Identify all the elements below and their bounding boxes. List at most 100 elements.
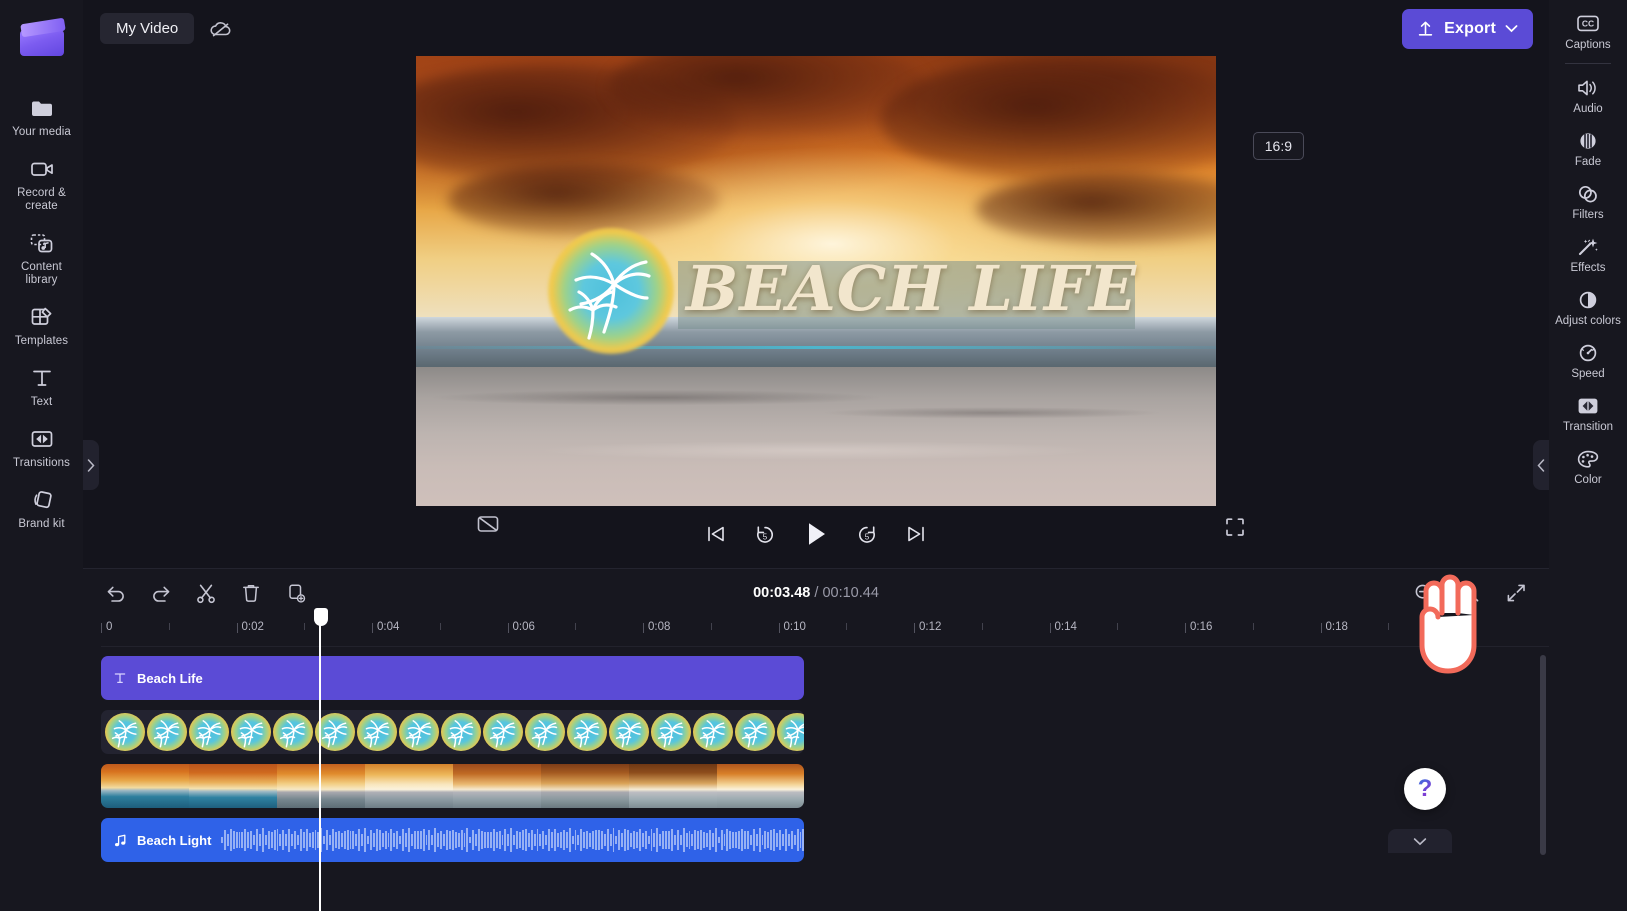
waveform-bar bbox=[489, 831, 492, 849]
waveform-bar bbox=[413, 831, 416, 849]
waveform-bar bbox=[510, 827, 513, 853]
playhead-handle[interactable] bbox=[314, 608, 328, 626]
sidebar-item-label: Captions bbox=[1565, 39, 1611, 51]
sidebar-item-fade[interactable]: Fade bbox=[1553, 123, 1623, 174]
play-button[interactable] bbox=[803, 520, 829, 548]
waveform-bar bbox=[519, 831, 521, 849]
export-button[interactable]: Export bbox=[1402, 8, 1533, 49]
captions-off-icon[interactable] bbox=[476, 514, 500, 534]
waveform-bar bbox=[638, 828, 641, 852]
waveform-bar bbox=[606, 829, 609, 851]
clip-thumbnail bbox=[399, 713, 439, 751]
zoom-in-button[interactable] bbox=[1455, 578, 1485, 608]
preview-title-text[interactable]: BEACH LIFE bbox=[686, 252, 1206, 325]
waveform-bar bbox=[557, 832, 559, 848]
undo-button[interactable] bbox=[101, 578, 131, 608]
waveform-bar bbox=[732, 831, 735, 849]
project-title-input[interactable]: My Video bbox=[100, 13, 195, 44]
waveform-bar bbox=[343, 830, 346, 850]
chevron-left-icon bbox=[1537, 458, 1545, 472]
audio-waveform bbox=[221, 824, 804, 856]
sidebar-item-content-library[interactable]: Content library bbox=[7, 223, 77, 293]
waveform-bar bbox=[481, 831, 483, 849]
timeline-clip-video[interactable] bbox=[101, 764, 804, 808]
waveform-bar bbox=[559, 832, 562, 848]
waveform-bar bbox=[723, 834, 726, 846]
skip-to-start-icon[interactable] bbox=[705, 524, 727, 544]
waveform-bar bbox=[332, 828, 334, 852]
waveform-bar bbox=[612, 827, 615, 853]
fit-screen-button[interactable] bbox=[1501, 578, 1531, 608]
waveform-bar bbox=[577, 835, 580, 845]
magic-wand-icon bbox=[1574, 236, 1602, 258]
waveform-bar bbox=[244, 829, 247, 851]
sidebar-item-brand-kit[interactable]: Brand kit bbox=[7, 480, 77, 537]
app-logo-icon[interactable] bbox=[19, 17, 66, 58]
cloud-off-icon[interactable] bbox=[206, 14, 236, 44]
clip-thumbnail bbox=[735, 713, 775, 751]
waveform-bar bbox=[463, 833, 466, 847]
waveform-bar bbox=[787, 833, 790, 847]
waveform-bar bbox=[451, 829, 454, 851]
waveform-bar bbox=[337, 831, 340, 849]
chevron-down-icon[interactable] bbox=[1505, 24, 1518, 33]
right-panel-collapse-handle[interactable] bbox=[1533, 440, 1549, 490]
waveform-bar bbox=[670, 828, 673, 852]
waveform-bar bbox=[659, 833, 662, 847]
ruler-tick bbox=[372, 623, 373, 633]
delete-button[interactable] bbox=[236, 578, 266, 608]
sidebar-item-filters[interactable]: Filters bbox=[1553, 176, 1623, 227]
waveform-bar bbox=[668, 830, 670, 850]
preview-panel-collapse[interactable] bbox=[1388, 829, 1452, 853]
left-panel-collapse-handle[interactable] bbox=[83, 440, 99, 490]
ruler-tick-label: 0:14 bbox=[1054, 621, 1077, 633]
sidebar-item-effects[interactable]: Effects bbox=[1553, 229, 1623, 280]
aspect-ratio-badge[interactable]: 16:9 bbox=[1252, 132, 1304, 160]
fullscreen-icon[interactable] bbox=[1224, 516, 1246, 538]
ruler-tick-label: 0:12 bbox=[919, 621, 942, 633]
sidebar-item-transitions[interactable]: Transitions bbox=[7, 419, 77, 476]
sidebar-item-transition[interactable]: Transition bbox=[1553, 388, 1623, 439]
waveform-bar bbox=[384, 831, 387, 849]
sidebar-item-text[interactable]: Text bbox=[7, 358, 77, 415]
help-button[interactable]: ? bbox=[1404, 768, 1446, 810]
sidebar-item-speed[interactable]: Speed bbox=[1553, 335, 1623, 386]
rewind-5-icon[interactable]: 5 bbox=[753, 523, 777, 545]
timeline-clip-text[interactable]: Beach Life bbox=[101, 656, 804, 700]
sidebar-item-your-media[interactable]: Your media bbox=[7, 88, 77, 145]
editor-main: My Video Export BEACH LIFE 16:9 5 5 ? 00… bbox=[83, 0, 1549, 911]
zoom-out-button[interactable] bbox=[1409, 578, 1439, 608]
waveform-bar bbox=[624, 829, 627, 851]
waveform-bar bbox=[334, 832, 337, 848]
skip-to-end-icon[interactable] bbox=[905, 524, 927, 544]
video-camera-icon bbox=[29, 156, 55, 182]
split-button[interactable] bbox=[191, 578, 221, 608]
waveform-bar bbox=[364, 827, 367, 853]
timeline-clip-audio[interactable]: Beach Light bbox=[101, 818, 804, 862]
timeline-scrollbar[interactable] bbox=[1540, 655, 1546, 855]
ruler-tick-label: 0:06 bbox=[512, 621, 535, 633]
svg-text:5: 5 bbox=[763, 533, 768, 542]
preview-canvas[interactable]: BEACH LIFE bbox=[416, 56, 1216, 506]
beach-layer bbox=[416, 366, 1216, 506]
track-row-audio: Beach Light bbox=[101, 818, 1549, 862]
sidebar-item-audio[interactable]: Audio bbox=[1553, 70, 1623, 121]
waveform-bar bbox=[472, 829, 475, 851]
contrast-icon bbox=[1574, 289, 1602, 311]
fade-icon bbox=[1574, 130, 1602, 152]
sidebar-item-record-create[interactable]: Record & create bbox=[7, 149, 77, 219]
forward-5-icon[interactable]: 5 bbox=[855, 523, 879, 545]
ruler-minor-tick bbox=[439, 623, 441, 630]
sidebar-item-captions[interactable]: CC Captions bbox=[1553, 6, 1623, 57]
ruler-tick-label: 0:18 bbox=[1325, 621, 1348, 633]
sidebar-item-adjust-colors[interactable]: Adjust colors bbox=[1553, 282, 1623, 333]
ruler-tick-label: 0 bbox=[106, 621, 113, 633]
waveform-bar bbox=[288, 828, 291, 852]
duplicate-button[interactable] bbox=[281, 578, 311, 608]
sidebar-item-templates[interactable]: Templates bbox=[7, 297, 77, 354]
sidebar-item-color[interactable]: Color bbox=[1553, 441, 1623, 492]
right-sidebar: CC Captions Audio Fade Filters Effects A… bbox=[1549, 0, 1627, 911]
redo-button[interactable] bbox=[146, 578, 176, 608]
timeline-clip-logo[interactable] bbox=[101, 710, 804, 754]
waveform-bar bbox=[405, 833, 407, 847]
